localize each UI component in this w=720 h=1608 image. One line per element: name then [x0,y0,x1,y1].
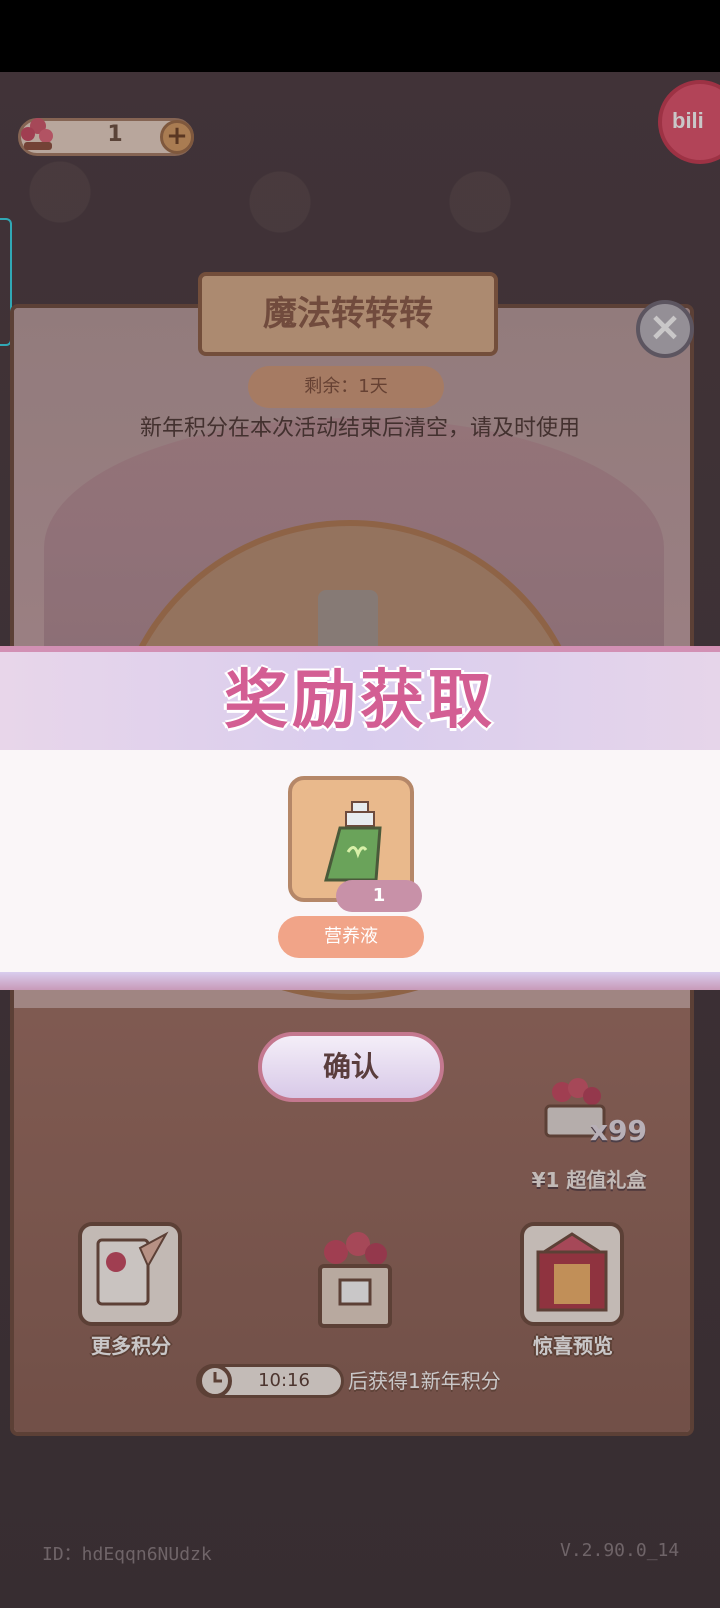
reward-footer-strip [0,972,720,990]
reward-quantity: 1 [336,880,422,912]
panel-title: 魔法转转转 [263,294,433,334]
resource-count: 1 [107,122,123,147]
flower-cart-icon[interactable] [306,1222,406,1342]
status-bar [0,0,720,72]
app-version: V.2.90.0_14 [560,1540,680,1561]
player-id: ID：hdEqqn6NUdzk [42,1544,212,1565]
bilibili-label: bili [672,108,704,133]
wheel-item-icon [318,590,378,646]
gift-box-count: x99 [590,1114,648,1147]
close-button[interactable]: × [636,300,694,358]
nutrient-bottle-icon [324,801,382,882]
add-resource-button[interactable]: + [160,120,194,154]
timer-value: 10:16 [258,1370,310,1391]
more-points-label: 更多积分 [91,1334,171,1358]
remaining-time: 剩余：1天 [248,366,444,408]
reward-title: 奖励获取 [224,664,496,738]
surprise-preview-label: 惊喜预览 [533,1334,613,1358]
reward-item-name: 营养液 [278,916,424,958]
timer-suffix: 后获得1新年积分 [348,1369,501,1393]
flower-points-icon [21,118,53,150]
more-points-button[interactable] [78,1222,182,1326]
surprise-preview-button[interactable] [520,1222,624,1326]
points-notice: 新年积分在本次活动结束后清空，请及时使用 [139,416,580,441]
scroll-quill-icon [96,1231,169,1306]
gift-box-label[interactable]: ¥1 超值礼盒 [514,1164,664,1194]
confirm-button[interactable]: 确认 [258,1032,444,1102]
clock-icon [198,1364,232,1398]
gift-stage-icon [536,1232,608,1312]
